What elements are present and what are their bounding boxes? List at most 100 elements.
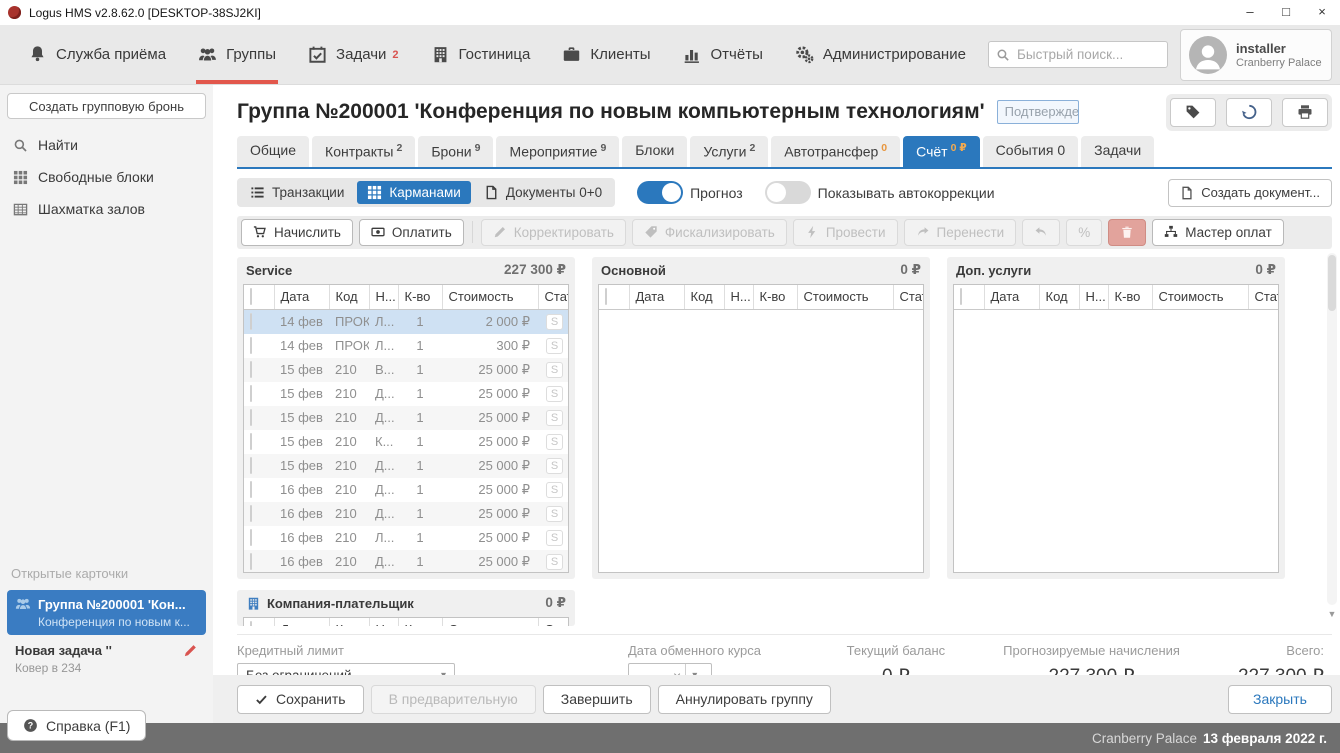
tab-events[interactable]: События 0 bbox=[983, 136, 1078, 167]
tab-services[interactable]: Услуги2 bbox=[690, 136, 768, 167]
sidebar-item-find[interactable]: Найти bbox=[0, 129, 213, 161]
table-row[interactable]: 15 фев 210 К... 1 25 000 ₽ S bbox=[244, 430, 568, 454]
quick-search-box[interactable] bbox=[988, 41, 1168, 68]
tab-contracts[interactable]: Контракты2 bbox=[312, 136, 415, 167]
user-menu[interactable]: installer Cranberry Palace bbox=[1180, 29, 1332, 81]
table-row[interactable]: 16 фев 210 Д... 1 25 000 ₽ S bbox=[244, 550, 568, 573]
open-card-new-task[interactable]: Новая задача '' Ковер в 234 bbox=[7, 637, 206, 681]
search-input[interactable] bbox=[1015, 46, 1160, 63]
action-button-label: Оплатить bbox=[392, 225, 452, 240]
row-checkbox[interactable] bbox=[250, 409, 252, 426]
cell-qty: 1 bbox=[398, 406, 442, 430]
nav-item-clients[interactable]: Клиенты bbox=[546, 25, 666, 84]
edit-pencil-icon[interactable] bbox=[183, 643, 198, 658]
table-row[interactable]: 15 фев 210 В... 1 25 000 ₽ S bbox=[244, 358, 568, 382]
tab-general[interactable]: Общие bbox=[237, 136, 309, 167]
print-button[interactable] bbox=[1282, 98, 1328, 127]
nav-item-groups[interactable]: Группы bbox=[182, 25, 292, 84]
help-button[interactable]: ? Справка (F1) bbox=[7, 710, 146, 741]
vertical-scrollbar[interactable]: ▼ bbox=[1327, 253, 1337, 605]
column-header: Н... bbox=[724, 285, 753, 310]
toggle-switch[interactable] bbox=[637, 181, 683, 204]
row-checkbox[interactable] bbox=[250, 361, 252, 378]
tab-account[interactable]: Счёт0 ₽ bbox=[903, 136, 980, 167]
toggle-switch[interactable] bbox=[765, 181, 811, 204]
row-checkbox[interactable] bbox=[250, 457, 252, 474]
row-checkbox[interactable] bbox=[250, 385, 252, 402]
table-row[interactable]: 16 фев 210 Д... 1 25 000 ₽ S bbox=[244, 478, 568, 502]
charge-button[interactable]: Начислить bbox=[241, 219, 353, 246]
nav-item-tasks[interactable]: Задачи2 bbox=[292, 25, 415, 84]
select-all-checkbox[interactable] bbox=[250, 288, 252, 305]
segment-pockets[interactable]: Карманами bbox=[357, 181, 470, 204]
table-row[interactable]: 15 фев 210 Д... 1 25 000 ₽ S bbox=[244, 382, 568, 406]
undo-button[interactable] bbox=[1022, 219, 1060, 246]
row-checkbox[interactable] bbox=[250, 553, 252, 570]
tags-button[interactable] bbox=[1170, 98, 1216, 127]
tab-bookings[interactable]: Брони9 bbox=[418, 136, 493, 167]
minimize-button[interactable]: – bbox=[1232, 0, 1268, 25]
create-group-booking-button[interactable]: Создать групповую бронь bbox=[7, 93, 206, 119]
open-card-group-200001[interactable]: Группа №200001 'Кон... Конференция по но… bbox=[7, 590, 206, 635]
close-button[interactable]: × bbox=[1304, 0, 1340, 25]
window-title: Logus HMS v2.8.62.0 [DESKTOP-38SJ2KI] bbox=[29, 6, 261, 20]
scrollbar-thumb[interactable] bbox=[1328, 255, 1336, 311]
correct-button[interactable]: Корректировать bbox=[481, 219, 626, 246]
nav-item-reports[interactable]: Отчёты bbox=[667, 25, 779, 84]
payment-wizard-button[interactable]: Мастер оплат bbox=[1152, 219, 1284, 246]
tab-event[interactable]: Мероприятие9 bbox=[496, 136, 619, 167]
annul-group-button[interactable]: Аннулировать группу bbox=[658, 685, 831, 714]
pay-button[interactable]: Оплатить bbox=[359, 219, 464, 246]
sidebar-item-free-blocks[interactable]: Свободные блоки bbox=[0, 161, 213, 193]
select-all-checkbox[interactable] bbox=[960, 288, 962, 305]
segment-transactions[interactable]: Транзакции bbox=[240, 181, 354, 204]
card-title: Новая задача '' bbox=[15, 643, 112, 658]
finish-button[interactable]: Завершить bbox=[543, 685, 651, 714]
toggle-knob bbox=[767, 183, 786, 202]
table-row[interactable]: 14 фев ПРОК Л... 1 2 000 ₽ S bbox=[244, 310, 568, 334]
row-checkbox[interactable] bbox=[250, 529, 252, 546]
select-all-checkbox[interactable] bbox=[605, 288, 607, 305]
nav-item-hotel[interactable]: Гостиница bbox=[415, 25, 547, 84]
nav-item-front-desk[interactable]: Служба приёма bbox=[12, 25, 182, 84]
segment-documents[interactable]: Документы 0+0 bbox=[474, 181, 612, 204]
to-preliminary-button[interactable]: В предварительную bbox=[371, 685, 536, 714]
table-row[interactable]: 16 фев 210 Д... 1 25 000 ₽ S bbox=[244, 502, 568, 526]
table-row[interactable]: 14 фев ПРОК Л... 1 300 ₽ S bbox=[244, 334, 568, 358]
table-row[interactable]: 15 фев 210 Д... 1 25 000 ₽ S bbox=[244, 454, 568, 478]
sidebar-item-hall-chessboard[interactable]: Шахматка залов bbox=[0, 193, 213, 225]
row-checkbox[interactable] bbox=[250, 505, 252, 522]
scrollbar-down-icon[interactable]: ▼ bbox=[1327, 609, 1337, 619]
statusbar-date: 13 февраля 2022 г. bbox=[1203, 731, 1327, 746]
table-row[interactable]: 16 фев 210 Л... 1 25 000 ₽ S bbox=[244, 526, 568, 550]
select-all-column bbox=[954, 285, 984, 310]
fiscalize-button[interactable]: Фискализировать bbox=[632, 219, 787, 246]
transfer-button[interactable]: Перенести bbox=[904, 219, 1017, 246]
maximize-button[interactable]: □ bbox=[1268, 0, 1304, 25]
row-checkbox[interactable] bbox=[250, 337, 252, 354]
save-button[interactable]: Сохранить bbox=[237, 685, 364, 714]
row-checkbox[interactable] bbox=[250, 433, 252, 450]
help-button-label: Справка (F1) bbox=[46, 718, 130, 734]
company-payer-panel[interactable]: Компания-плательщик 0 ₽ ДатаКодН...К-воС… bbox=[237, 590, 575, 626]
nav-item-administration[interactable]: Администрирование bbox=[779, 25, 982, 84]
post-button[interactable]: Провести bbox=[793, 219, 898, 246]
discount-percent-button[interactable]: % bbox=[1066, 219, 1102, 246]
history-button[interactable] bbox=[1226, 98, 1272, 127]
row-checkbox[interactable] bbox=[250, 313, 252, 330]
select-all-checkbox[interactable] bbox=[250, 621, 252, 625]
main-content: Группа №200001 'Конференция по новым ком… bbox=[213, 85, 1340, 723]
create-document-button[interactable]: Создать документ... bbox=[1168, 179, 1332, 207]
actions-toolbar: Начислить Оплатить КорректироватьФискализи… bbox=[237, 216, 1332, 249]
left-sidebar: Создать групповую бронь НайтиСвободные б… bbox=[0, 85, 213, 723]
table-row[interactable]: 15 фев 210 Д... 1 25 000 ₽ S bbox=[244, 406, 568, 430]
tab-autotransfer[interactable]: Автотрансфер0 bbox=[771, 136, 900, 167]
row-checkbox[interactable] bbox=[250, 481, 252, 498]
toggle-autocorrections[interactable]: Показывать автокоррекции bbox=[765, 181, 995, 204]
delete-button[interactable] bbox=[1108, 219, 1146, 246]
tab-tasks[interactable]: Задачи bbox=[1081, 136, 1154, 167]
tab-blocks[interactable]: Блоки bbox=[622, 136, 687, 167]
cell-code: 210 bbox=[329, 454, 369, 478]
toggle-forecast[interactable]: Прогноз bbox=[637, 181, 743, 204]
close-button-footer[interactable]: Закрыть bbox=[1228, 685, 1332, 714]
